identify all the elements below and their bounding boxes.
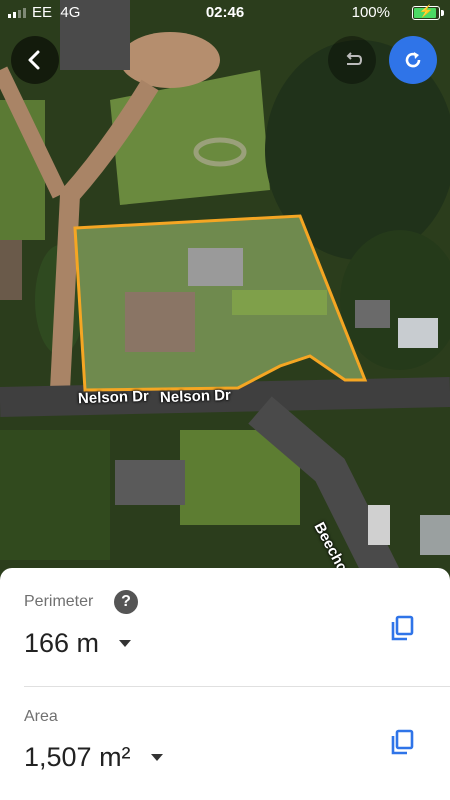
road-label: Nelson Dr [159, 386, 232, 407]
measurement-panel: Perimeter ? 166 m Area 1,507 m² [0, 568, 450, 800]
copy-icon[interactable] [388, 728, 416, 756]
battery-percent: 100% [351, 4, 390, 21]
caret-down-icon [150, 754, 163, 761]
chevron-left-icon [28, 50, 40, 70]
perimeter-value-dropdown[interactable]: 166 m [24, 628, 132, 659]
status-bar: EE 4G 02:46 100% ⚡ [0, 0, 450, 26]
perimeter-row: Perimeter ? 166 m [0, 568, 450, 686]
area-row: Area 1,507 m² [0, 686, 450, 800]
redo-icon [405, 52, 421, 68]
perimeter-label: Perimeter [24, 593, 94, 610]
battery-icon: ⚡ [412, 4, 444, 20]
satellite-map[interactable] [0, 0, 450, 590]
undo-icon [346, 52, 363, 65]
redo-button[interactable] [389, 36, 437, 84]
area-value-dropdown[interactable]: 1,507 m² [24, 742, 163, 773]
caret-down-icon [119, 640, 132, 647]
area-label: Area [24, 708, 58, 725]
road-label: Nelson Dr [77, 387, 150, 408]
perimeter-value: 166 m [24, 628, 100, 658]
back-button[interactable] [11, 36, 59, 84]
undo-button[interactable] [328, 36, 376, 84]
copy-icon[interactable] [388, 614, 416, 642]
area-value: 1,507 m² [24, 742, 131, 772]
help-icon[interactable]: ? [114, 590, 138, 614]
